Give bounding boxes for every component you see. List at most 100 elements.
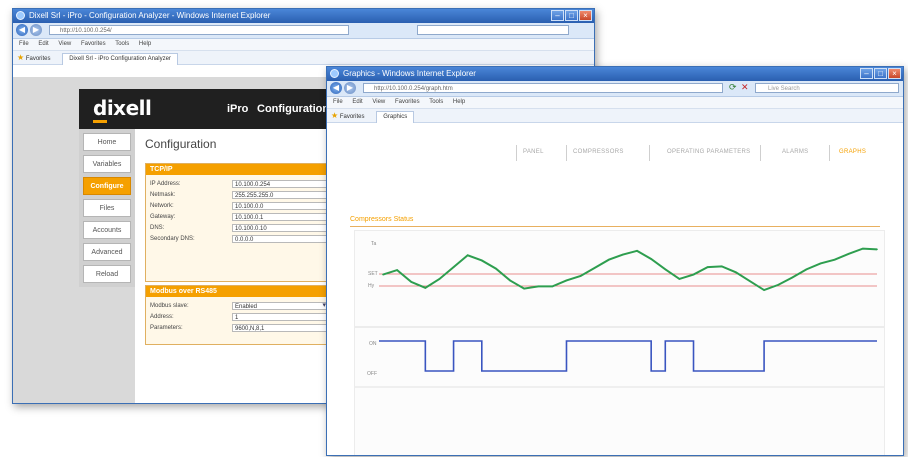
back-icon[interactable]: ◀ xyxy=(330,82,342,94)
data-point xyxy=(777,284,779,286)
data-point xyxy=(791,276,794,279)
ie-icon xyxy=(330,69,339,78)
form-row-ip: IP Address: 10.100.0.254 xyxy=(146,179,330,190)
menu-item[interactable]: Edit xyxy=(38,41,48,47)
secondary-dns-field[interactable]: 0.0.0.0 xyxy=(232,235,328,243)
sidebar-item-files[interactable]: Files xyxy=(83,199,131,217)
data-point xyxy=(537,285,540,288)
dixell-logo[interactable]: dixell xyxy=(93,96,152,120)
favorites-bar: ★ Favorites Dixell Srl - iPro Configurat… xyxy=(13,51,594,65)
data-point xyxy=(833,258,836,261)
address-input[interactable]: http://10.100.0.254/ xyxy=(49,25,349,35)
address-input[interactable]: http://10.100.0.254/graph.htm xyxy=(363,83,723,93)
browser-tab[interactable]: Dixell Srl - iPro Configuration Analyzer xyxy=(62,53,178,65)
field-label: Modbus slave: xyxy=(150,303,189,309)
menu-item[interactable]: Favorites xyxy=(395,99,420,105)
nav-panel[interactable]: PANEL xyxy=(523,149,544,155)
main-panel: Configuration TCP/IP IP Address: 10.100.0… xyxy=(135,129,333,403)
refresh-icon[interactable]: ⟳ xyxy=(729,82,737,93)
close-icon[interactable]: × xyxy=(888,68,901,79)
menu-item[interactable]: Tools xyxy=(115,41,129,47)
network-field[interactable]: 10.100.0.0 xyxy=(232,202,328,210)
data-point xyxy=(438,278,441,280)
search-input[interactable]: Live Search xyxy=(755,83,899,93)
data-point xyxy=(509,279,511,282)
menu-item[interactable]: View xyxy=(372,99,385,105)
series-step-compressor xyxy=(379,340,877,372)
sidebar-item-configure[interactable]: Configure xyxy=(83,177,131,195)
nav-compressors[interactable]: COMPRESSORS xyxy=(573,149,624,155)
address-bar-row: ◀ ▶ http://10.100.0.254/graph.htm ⟳ ✕ Li… xyxy=(327,81,903,97)
ip-address-field[interactable]: 10.100.0.254 xyxy=(232,180,328,188)
window-titlebar[interactable]: Dixell Srl - iPro - Configuration Analyz… xyxy=(13,9,594,23)
modbus-address-field[interactable]: 1 xyxy=(232,313,328,321)
nav-graphs[interactable]: GRAPHS xyxy=(839,149,866,155)
data-point xyxy=(847,253,850,255)
close-icon[interactable]: × xyxy=(579,10,592,21)
menu-item[interactable]: File xyxy=(19,41,29,47)
sidebar-item-reload[interactable]: Reload xyxy=(83,265,131,283)
tcpip-panel: TCP/IP IP Address: 10.100.0.254 Netmask: 2… xyxy=(145,163,331,282)
menu-item[interactable]: View xyxy=(58,41,71,47)
data-point xyxy=(692,273,695,276)
window-titlebar[interactable]: Graphics - Windows Internet Explorer – □… xyxy=(327,67,903,81)
back-icon[interactable]: ◀ xyxy=(16,24,28,36)
nav-alarms[interactable]: ALARMS xyxy=(782,149,808,155)
search-placeholder: Live Search xyxy=(768,86,800,92)
menu-item[interactable]: Tools xyxy=(429,99,443,105)
sidebar-item-home[interactable]: Home xyxy=(83,133,131,151)
data-point xyxy=(466,254,469,257)
data-point xyxy=(523,287,525,290)
favorites-label[interactable]: Favorites xyxy=(26,56,51,62)
chart-title-rule xyxy=(350,226,880,227)
favorites-star-icon[interactable]: ★ xyxy=(17,53,24,62)
menu-item[interactable]: Help xyxy=(453,99,465,105)
search-input[interactable] xyxy=(417,25,569,35)
app-header: dixell iPro Configuration xyxy=(79,89,333,129)
stop-icon[interactable]: ✕ xyxy=(741,82,749,93)
maximize-icon[interactable]: □ xyxy=(874,68,887,79)
form-row-dns: DNS: 10.100.0.10 xyxy=(146,223,330,234)
minimize-icon[interactable]: – xyxy=(860,68,873,79)
header-product: iPro xyxy=(227,103,249,115)
forward-icon[interactable]: ▶ xyxy=(30,24,42,36)
data-point xyxy=(410,281,413,283)
menu-item[interactable]: File xyxy=(333,99,343,105)
modbus-slave-select[interactable]: Enabled xyxy=(232,302,328,310)
favorites-label[interactable]: Favorites xyxy=(340,114,365,120)
window-title: Graphics - Windows Internet Explorer xyxy=(343,69,476,78)
y-label-set: SET xyxy=(368,271,378,277)
favorites-star-icon[interactable]: ★ xyxy=(331,111,338,120)
series-line-temperature xyxy=(382,247,878,292)
sidebar-item-advanced[interactable]: Advanced xyxy=(83,243,131,261)
nav-separator xyxy=(760,145,761,161)
modbus-params-field[interactable]: 9600,N,8,1 xyxy=(232,324,328,332)
menu-bar: File Edit View Favorites Tools Help xyxy=(327,97,903,109)
modbus-panel: Modbus over RS485 Modbus slave: Enabled A… xyxy=(145,285,331,345)
ie-icon xyxy=(16,11,25,20)
data-point xyxy=(608,258,610,261)
forward-icon[interactable]: ▶ xyxy=(344,82,356,94)
sidebar-item-accounts[interactable]: Accounts xyxy=(83,221,131,239)
browser-tab[interactable]: Graphics xyxy=(376,111,415,123)
field-label: Network: xyxy=(150,203,174,209)
data-point xyxy=(862,247,864,250)
nav-separator xyxy=(649,145,650,161)
menu-item[interactable]: Favorites xyxy=(81,41,106,47)
sidebar: Home Variables Configure Files Accounts … xyxy=(79,129,135,287)
nav-operating-parameters[interactable]: OPERATING PARAMETERS xyxy=(667,149,750,155)
sidebar-item-variables[interactable]: Variables xyxy=(83,155,131,173)
maximize-icon[interactable]: □ xyxy=(565,10,578,21)
data-point xyxy=(763,289,765,291)
data-point xyxy=(636,250,638,252)
minimize-icon[interactable]: – xyxy=(551,10,564,21)
netmask-field[interactable]: 255.255.255.0 xyxy=(232,191,328,199)
menu-item[interactable]: Help xyxy=(139,41,151,47)
gateway-field[interactable]: 10.100.0.1 xyxy=(232,213,328,221)
data-point xyxy=(678,278,681,280)
y-label-on: ON xyxy=(369,341,377,347)
menu-item[interactable]: Edit xyxy=(352,99,362,105)
form-row-dns2: Secondary DNS: 0.0.0.0 xyxy=(146,234,330,245)
data-point xyxy=(593,267,596,269)
dns-field[interactable]: 10.100.0.10 xyxy=(232,224,328,232)
